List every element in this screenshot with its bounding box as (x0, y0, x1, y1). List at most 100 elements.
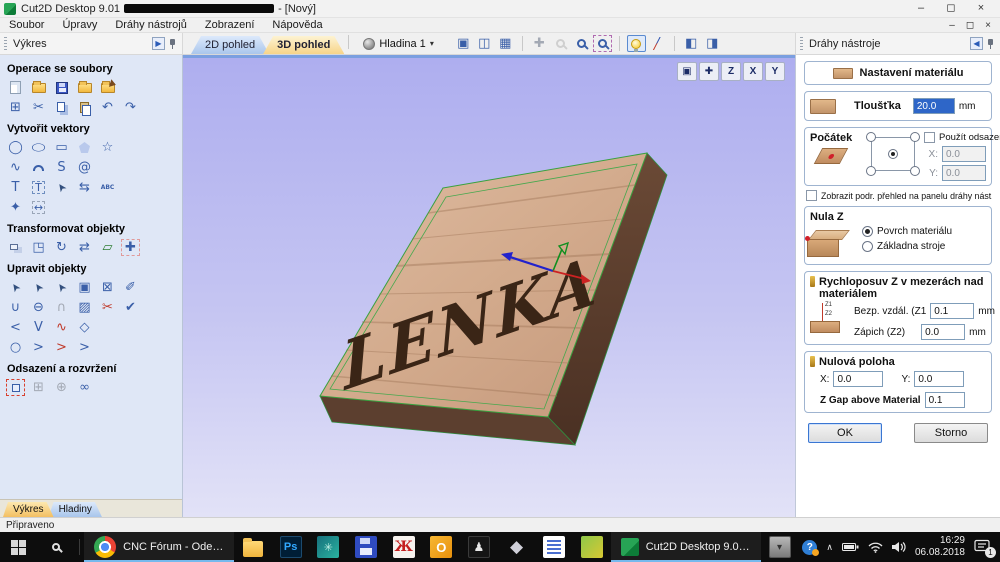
cut-icon[interactable]: ✂ (29, 99, 48, 116)
origin-bottom-left-radio[interactable] (866, 166, 876, 176)
view-along-z-icon[interactable]: Z (721, 62, 741, 81)
menu-3[interactable]: Zobrazení (196, 18, 264, 33)
use-offset-checkbox[interactable] (924, 132, 935, 143)
offset-x-input[interactable]: 0.0 (942, 146, 986, 162)
menu-0[interactable]: Soubor (0, 18, 53, 33)
object-properties-icon[interactable]: ▣ (75, 279, 94, 296)
draw-text-icon[interactable]: T (6, 179, 25, 196)
clearance-input[interactable]: 0.1 (930, 303, 974, 319)
text-on-curve-icon[interactable]: ABC (98, 179, 117, 196)
volume-icon[interactable] (892, 541, 906, 553)
node-edit-tool-icon[interactable]: ➤ (29, 279, 48, 296)
weld-vectors-icon[interactable]: ∪ (6, 299, 25, 316)
panel-tab-vykres[interactable]: Výkres (3, 502, 54, 517)
clock[interactable]: 16:29 06.08.2018 (915, 535, 965, 560)
import-vectors-icon[interactable] (75, 79, 94, 96)
chrome-task[interactable]: CNC Fórum - Odes... (84, 532, 234, 562)
join-vectors-smooth-icon[interactable]: > (52, 339, 71, 356)
fillet-tool-icon[interactable]: ○ (6, 339, 25, 356)
grid-toggle-icon[interactable]: ▦ (496, 35, 515, 52)
draw-arc-icon[interactable] (29, 159, 48, 176)
help-tray-icon[interactable]: ? (802, 540, 817, 555)
join-vectors-straight-icon[interactable]: > (75, 339, 94, 356)
mdi-restore-button[interactable]: ◻ (964, 19, 976, 32)
mdi-close-button[interactable]: × (982, 19, 994, 32)
transform-tool-icon[interactable]: ➤ (52, 279, 71, 296)
undo-icon[interactable]: ↶ (98, 99, 117, 116)
close-vector-icon[interactable]: ◇ (75, 319, 94, 336)
toggle-left-panel-icon[interactable]: ◧ (682, 35, 701, 52)
butterfly-app-icon[interactable]: ✳ (309, 532, 347, 562)
layer-dropdown[interactable]: Hladina 1 ▾ (357, 38, 440, 50)
offset-vectors-icon[interactable] (6, 379, 25, 396)
drag-grip[interactable] (4, 37, 7, 50)
card-app-icon[interactable] (573, 532, 611, 562)
intersect-vectors-icon[interactable]: ∩ (52, 299, 71, 316)
measure-tool-icon[interactable]: ✐ (121, 279, 140, 296)
delete-object-icon[interactable]: ⊠ (98, 279, 117, 296)
draw-star-icon[interactable]: ☆ (98, 139, 117, 156)
toggle-right-panel-icon[interactable]: ◨ (703, 35, 722, 52)
origin-top-right-radio[interactable] (910, 132, 920, 142)
battery-icon[interactable] (842, 542, 859, 552)
ok-button[interactable]: OK (808, 423, 882, 443)
dark-app-icon[interactable]: ♟ (460, 532, 498, 562)
material-surface-radio[interactable] (862, 226, 873, 237)
inkscape-icon[interactable]: ◆ (498, 532, 536, 562)
draw-rectangle-icon[interactable]: ▭ (52, 139, 71, 156)
tab-3d-view[interactable]: 3D pohled (263, 36, 344, 54)
menu-2[interactable]: Dráhy nástrojů (106, 18, 196, 33)
rotate-objects-icon[interactable]: ↻ (52, 239, 71, 256)
wifi-icon[interactable] (868, 542, 883, 553)
origin-top-left-radio[interactable] (866, 132, 876, 142)
subtract-vectors-icon[interactable]: ⊖ (29, 299, 48, 316)
vector-linking-icon[interactable]: ∞ (75, 379, 94, 396)
draw-spiral-icon[interactable]: @ (75, 159, 94, 176)
smooth-vector-icon[interactable]: ∿ (52, 319, 71, 336)
plunge-input[interactable]: 0.0 (921, 324, 965, 340)
nesting-icon[interactable]: ⊞ (29, 379, 48, 396)
insert-node-icon[interactable]: V (29, 319, 48, 336)
mirror-objects-icon[interactable]: ⇄ (75, 239, 94, 256)
red-app-icon[interactable]: Ж (385, 532, 423, 562)
zoom-selection-icon[interactable] (593, 35, 612, 52)
shading-toggle-icon[interactable] (627, 35, 646, 52)
draw-curve-icon[interactable]: S (52, 159, 71, 176)
viewer-app-icon[interactable]: ▾ (761, 532, 799, 562)
panel-pin-icon[interactable] (988, 39, 993, 45)
draw-circle-icon[interactable]: ◯ (6, 139, 25, 156)
paste-icon[interactable] (75, 99, 94, 116)
panel-slide-icon[interactable]: ◀ (970, 37, 983, 50)
measure-ruler-icon[interactable]: ╱ (648, 35, 667, 52)
close-button[interactable]: × (966, 0, 996, 17)
open-file-icon[interactable] (29, 79, 48, 96)
machine-bed-radio[interactable] (862, 241, 873, 252)
notes-app-icon[interactable] (535, 532, 573, 562)
zoom-window-icon[interactable] (572, 35, 591, 52)
join-vectors-move-icon[interactable]: > (29, 339, 48, 356)
explorer-icon[interactable] (234, 532, 272, 562)
notification-center-icon[interactable]: 1 (974, 539, 992, 555)
pan-tool-icon[interactable]: ✚ (530, 35, 549, 52)
set-size-icon[interactable]: ◳ (29, 239, 48, 256)
menu-1[interactable]: Úpravy (53, 18, 106, 33)
photoshop-icon[interactable]: Ps (272, 532, 310, 562)
search-button[interactable] (38, 532, 76, 562)
material-setup-button[interactable]: Nastavení materiálu (804, 61, 992, 85)
minimize-button[interactable]: – (906, 0, 936, 17)
snap-toggle-icon[interactable]: ▣ (454, 35, 473, 52)
offset-y-input[interactable]: 0.0 (942, 165, 986, 181)
zgap-input[interactable]: 0.1 (925, 392, 965, 408)
show-detail-checkbox[interactable] (806, 190, 817, 201)
cut-vector-icon[interactable]: < (6, 319, 25, 336)
select-tool-icon[interactable]: ➤ (6, 279, 25, 296)
outlook-icon[interactable]: O (422, 532, 460, 562)
array-copy-icon[interactable]: ⊕ (52, 379, 71, 396)
copy-icon[interactable] (52, 99, 71, 116)
origin-position-grid[interactable] (866, 132, 920, 176)
redo-icon[interactable]: ↷ (121, 99, 140, 116)
save-file-icon[interactable] (52, 79, 71, 96)
view-iso-icon[interactable]: ✚ (699, 62, 719, 81)
new-file-icon[interactable] (6, 79, 25, 96)
panel-tab-hladiny[interactable]: Hladiny (49, 502, 102, 517)
